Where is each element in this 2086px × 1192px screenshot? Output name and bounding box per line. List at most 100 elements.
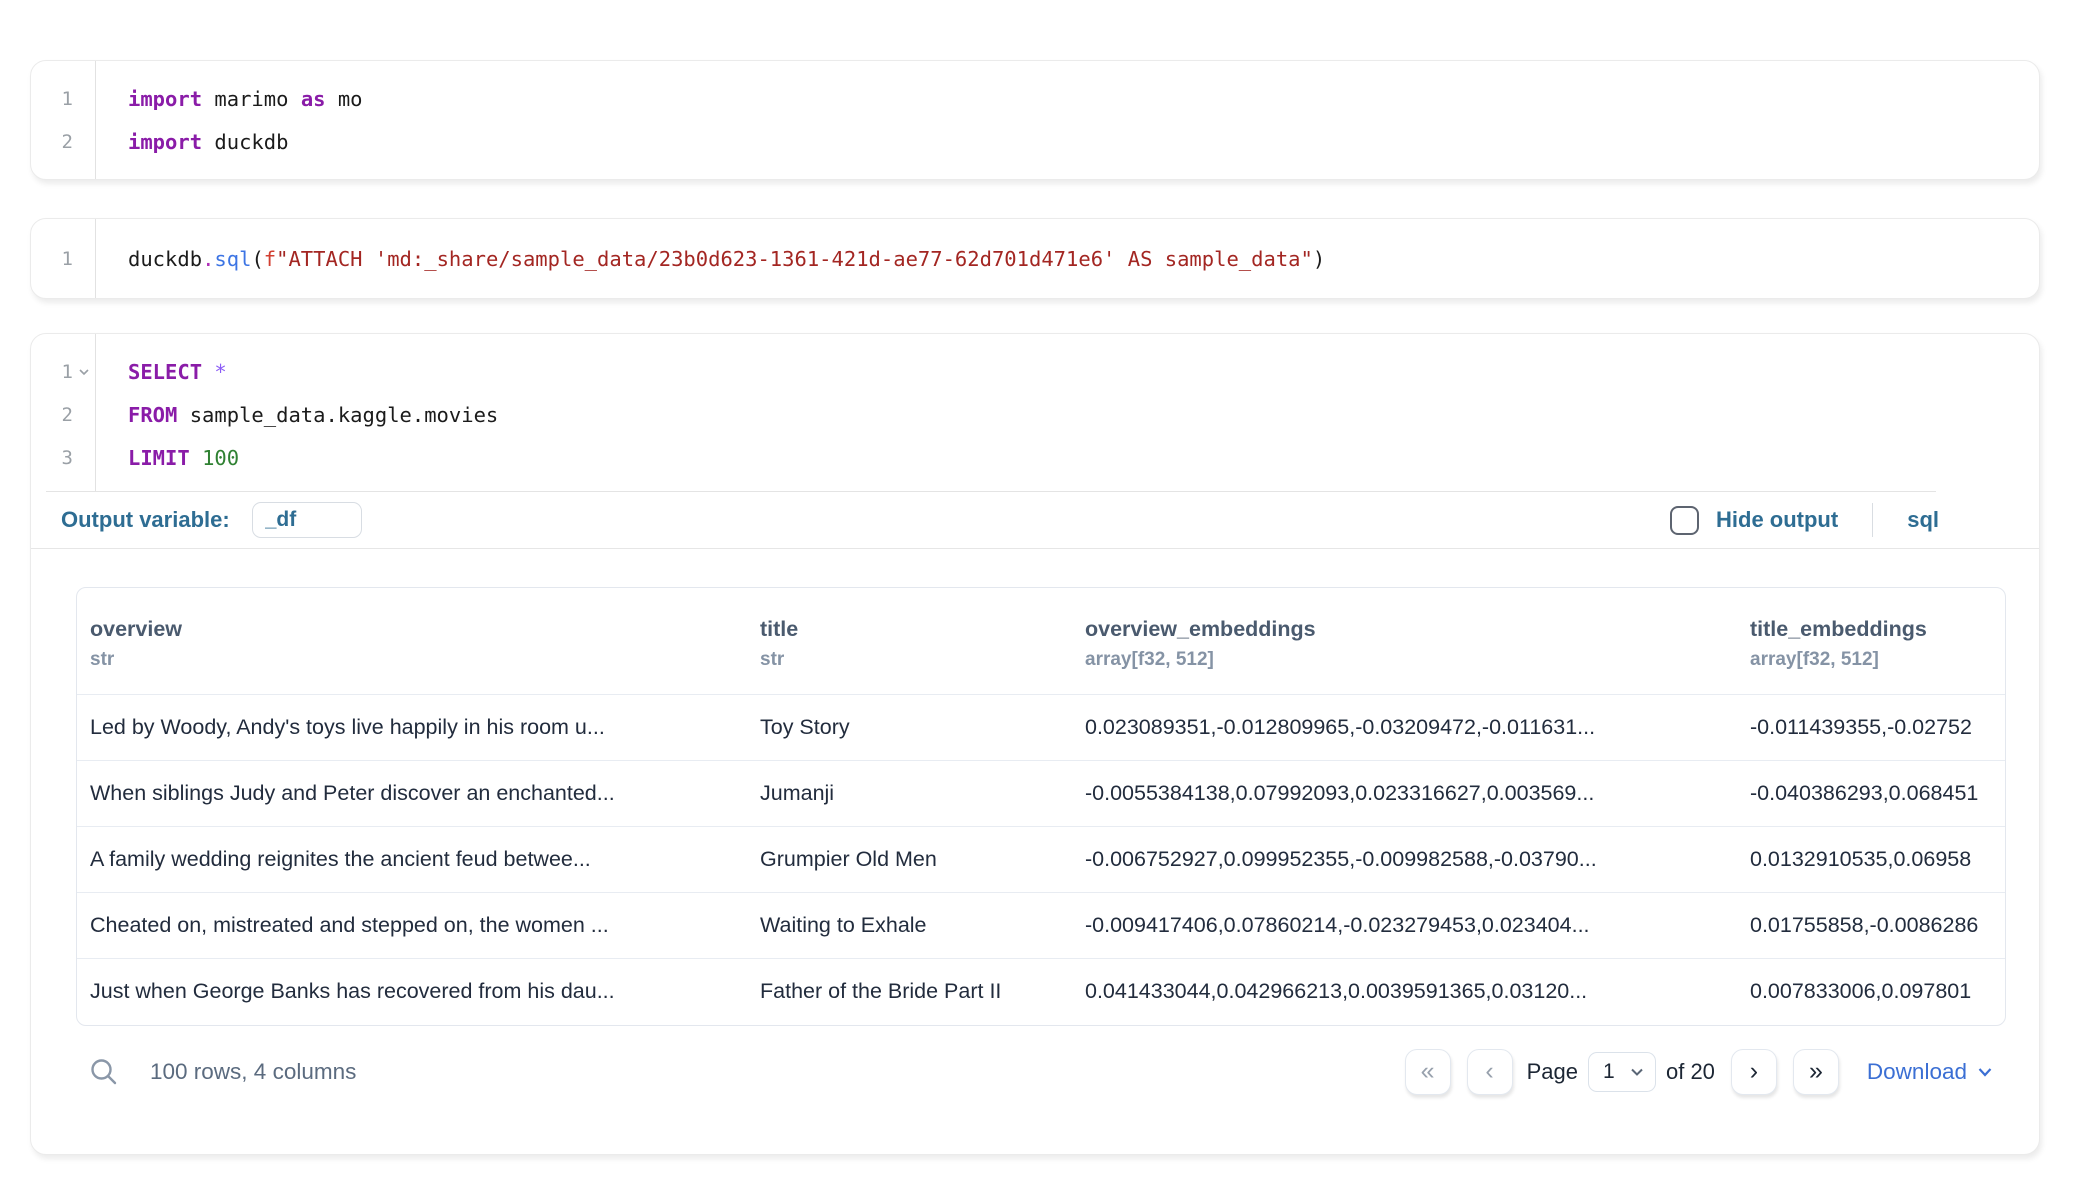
page-select-value: 1: [1603, 1060, 1615, 1084]
search-icon: [88, 1056, 120, 1088]
line-number: 1: [62, 361, 73, 383]
code-text: duckdb.sql(f"ATTACH 'md:_share/sample_da…: [95, 247, 1325, 271]
table-cell: Waiting to Exhale: [747, 893, 1072, 959]
table-cell: Just when George Banks has recovered fro…: [77, 959, 747, 1025]
code-token: as: [301, 87, 326, 111]
code-token: import: [128, 87, 202, 111]
code-line[interactable]: 2 FROM sample_data.kaggle.movies: [31, 393, 2039, 436]
code-token: LIMIT: [128, 446, 190, 470]
code-line[interactable]: 1 SELECT *: [31, 350, 2039, 393]
table-cell: A family wedding reignites the ancient f…: [77, 827, 747, 893]
line-gutter: 2: [31, 131, 95, 153]
column-name: title: [760, 614, 1059, 644]
code-token: *: [214, 360, 226, 384]
column-dtype: array[f32, 512]: [1750, 646, 1992, 674]
code-token: sample_data.kaggle.movies: [177, 403, 498, 427]
code-token: .: [202, 247, 214, 271]
code-editor[interactable]: 1 duckdb.sql(f"ATTACH 'md:_share/sample_d…: [31, 219, 2039, 298]
code-token: f: [264, 247, 276, 271]
column-header[interactable]: overviewstr: [77, 588, 747, 695]
next-page-button[interactable]: ›: [1731, 1049, 1777, 1095]
table-cell: 0.0132910535,0.06958: [1737, 827, 2005, 893]
line-number: 2: [62, 404, 73, 426]
line-number: 1: [62, 88, 73, 110]
table-cell: 0.007833006,0.097801: [1737, 959, 2005, 1025]
download-button[interactable]: Download: [1867, 1059, 1994, 1085]
page-count-label: of 20: [1666, 1059, 1715, 1085]
table-cell: Toy Story: [747, 695, 1072, 761]
code-cell-attach: 1 duckdb.sql(f"ATTACH 'md:_share/sample_d…: [30, 218, 2040, 299]
output-variable-input[interactable]: [252, 502, 362, 538]
code-text: SELECT *: [95, 360, 227, 384]
output-variable-bar: Output variable: Hide output sql: [31, 492, 2039, 548]
code-token: FROM: [128, 403, 177, 427]
code-token: sql: [214, 247, 251, 271]
code-token: import: [128, 130, 202, 154]
output-variable-label: Output variable:: [61, 507, 230, 533]
table-cell: -0.0055384138,0.07992093,0.023316627,0.0…: [1072, 761, 1737, 827]
first-page-button[interactable]: «: [1405, 1049, 1451, 1095]
line-gutter: 2: [31, 404, 95, 426]
page-label: Page: [1527, 1059, 1578, 1085]
table-row[interactable]: Led by Woody, Andy's toys live happily i…: [77, 695, 2005, 761]
cell-output: overviewstrtitlestroverview_embeddingsar…: [31, 549, 2039, 1106]
search-button[interactable]: [88, 1056, 120, 1088]
code-line[interactable]: 1 duckdb.sql(f"ATTACH 'md:_share/sample_d…: [31, 237, 2039, 280]
table-cell: 0.041433044,0.042966213,0.0039591365,0.0…: [1072, 959, 1737, 1025]
page-select[interactable]: 1: [1588, 1052, 1656, 1092]
hide-output-checkbox[interactable]: [1670, 506, 1699, 535]
table-row[interactable]: When siblings Judy and Peter discover an…: [77, 761, 2005, 827]
chevron-down-icon: [1629, 1064, 1645, 1080]
column-dtype: str: [90, 646, 734, 674]
chevron-left-icon: ‹: [1485, 1057, 1493, 1086]
code-text: LIMIT 100: [95, 446, 239, 470]
code-token: ): [1313, 247, 1325, 271]
code-token: mo: [326, 87, 363, 111]
divider: [1872, 503, 1873, 537]
chevron-right-icon: ›: [1750, 1057, 1758, 1086]
last-page-button[interactable]: »: [1793, 1049, 1839, 1095]
line-number: 2: [62, 131, 73, 153]
language-badge[interactable]: sql: [1907, 507, 1939, 533]
line-gutter: 1: [31, 248, 95, 270]
code-token: SELECT: [128, 360, 202, 384]
hide-output-label[interactable]: Hide output: [1716, 507, 1838, 533]
table-row[interactable]: Just when George Banks has recovered fro…: [77, 959, 2005, 1025]
code-editor[interactable]: 1 import marimo as mo 2 import duckdb: [31, 61, 2039, 179]
code-cell-imports: 1 import marimo as mo 2 import duckdb: [30, 60, 2040, 180]
code-token: (: [251, 247, 263, 271]
column-name: overview: [90, 614, 734, 644]
column-header[interactable]: title_embeddingsarray[f32, 512]: [1737, 588, 2005, 695]
table-header-row: overviewstrtitlestroverview_embeddingsar…: [77, 588, 2005, 695]
code-cell-sql: 1 SELECT * 2 FROM sample_data.kaggle.movies…: [30, 333, 2040, 1155]
chevron-down-icon: [1976, 1063, 1994, 1081]
code-token: duckdb: [202, 130, 288, 154]
code-editor[interactable]: 1 SELECT * 2 FROM sample_data.kaggle.movies…: [31, 334, 2039, 491]
table-cell: -0.006752927,0.099952355,-0.009982588,-0…: [1072, 827, 1737, 893]
prev-page-button[interactable]: ‹: [1467, 1049, 1513, 1095]
table-cell: 0.01755858,-0.0086286: [1737, 893, 2005, 959]
gutter-divider: [95, 61, 96, 179]
column-header[interactable]: overview_embeddingsarray[f32, 512]: [1072, 588, 1737, 695]
fold-toggle-icon[interactable]: [73, 365, 95, 379]
table-row[interactable]: Cheated on, mistreated and stepped on, t…: [77, 893, 2005, 959]
line-number: 1: [62, 248, 73, 270]
gutter-divider: [95, 219, 96, 298]
column-dtype: array[f32, 512]: [1085, 646, 1724, 674]
line-gutter: 3: [31, 447, 95, 469]
gutter-divider: [95, 334, 96, 491]
table-row[interactable]: A family wedding reignites the ancient f…: [77, 827, 2005, 893]
table-cell: 0.023089351,-0.012809965,-0.03209472,-0.…: [1072, 695, 1737, 761]
line-gutter: 1: [31, 361, 95, 383]
column-name: title_embeddings: [1750, 614, 1992, 644]
code-token: "ATTACH 'md:_share/sample_data/23b0d623-…: [276, 247, 1313, 271]
code-text: FROM sample_data.kaggle.movies: [95, 403, 498, 427]
code-line[interactable]: 2 import duckdb: [31, 120, 2039, 163]
code-line[interactable]: 1 import marimo as mo: [31, 77, 2039, 120]
column-header[interactable]: titlestr: [747, 588, 1072, 695]
code-line[interactable]: 3LIMIT 100: [31, 436, 2039, 479]
code-token: marimo: [202, 87, 301, 111]
code-token: 100: [202, 446, 239, 470]
table-footer: 100 rows, 4 columns « ‹ Page 1 of 20: [76, 1038, 2006, 1106]
table-cell: -0.040386293,0.068451: [1737, 761, 2005, 827]
